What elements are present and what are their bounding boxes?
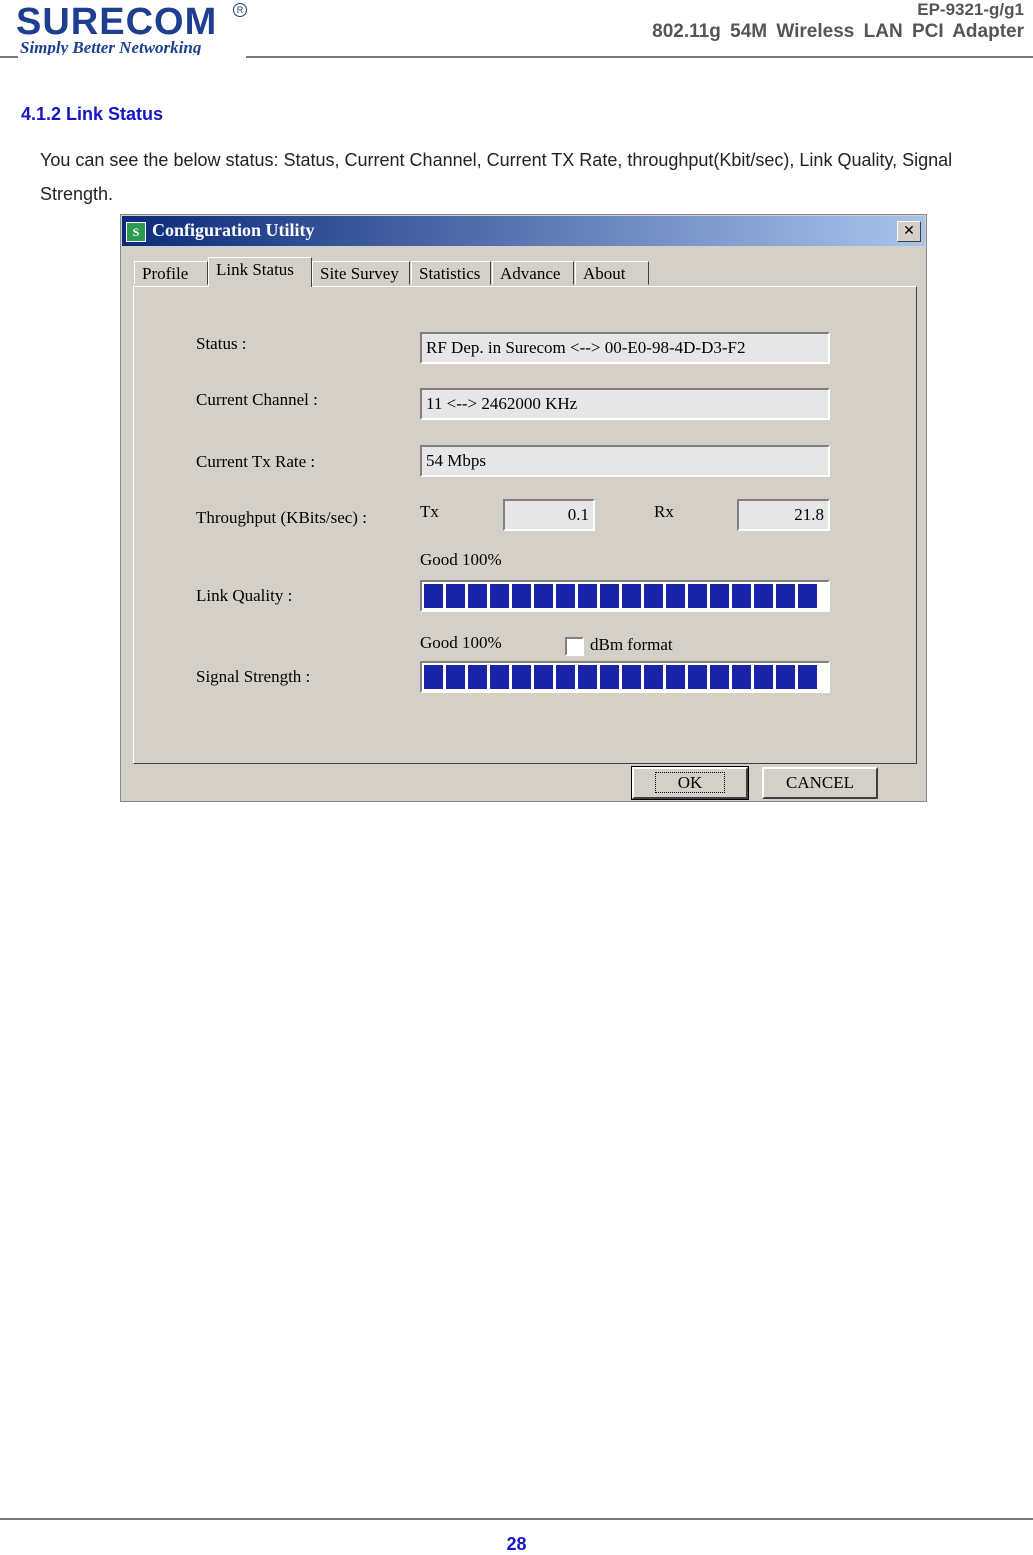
bar-segment: [754, 584, 773, 608]
ok-button[interactable]: OK: [631, 766, 749, 800]
tab-profile[interactable]: Profile: [134, 261, 208, 285]
cancel-button[interactable]: CANCEL: [762, 767, 878, 799]
tab-site-survey[interactable]: Site Survey: [312, 261, 410, 285]
bar-segment: [666, 584, 685, 608]
section-description: You can see the below status: Status, Cu…: [40, 150, 953, 204]
signal-strength-text: Good 100%: [420, 633, 502, 652]
bar-segment: [534, 665, 553, 689]
bar-segment: [490, 665, 509, 689]
current-channel-field: 11 <--> 2462000 KHz: [420, 388, 830, 420]
bar-segment: [644, 584, 663, 608]
bar-segment: [732, 665, 751, 689]
bar-segment: [512, 584, 531, 608]
dbm-format-label: dBm format: [590, 635, 673, 654]
section-title: 4.1.2 Link Status: [21, 104, 164, 124]
bar-segment: [798, 584, 817, 608]
bar-segment: [446, 665, 465, 689]
status-label: Status :: [196, 334, 247, 353]
signal-strength-label: Signal Strength :: [196, 667, 311, 686]
app-icon: S: [126, 222, 146, 242]
document-header: EP-9321-g/g1 802.11g 54M Wireless LAN PC…: [652, 0, 1024, 44]
bar-segment: [688, 584, 707, 608]
model-number: EP-9321-g/g1: [917, 0, 1024, 19]
bar-segment: [798, 665, 817, 689]
bar-segment: [644, 665, 663, 689]
bar-segment: [490, 584, 509, 608]
page-number: 28: [506, 1534, 527, 1554]
bar-segment: [446, 584, 465, 608]
logo-wordmark: SURECOM: [16, 1, 218, 43]
product-name: 802.11g 54M Wireless LAN PCI Adapter: [652, 21, 1024, 42]
status-field: RF Dep. in Surecom <--> 00-E0-98-4D-D3-F…: [420, 332, 830, 364]
tab-statistics[interactable]: Statistics: [411, 261, 491, 285]
tx-field: 0.1: [503, 499, 595, 531]
bar-segment: [710, 584, 729, 608]
bar-segment: [776, 584, 795, 608]
bar-segment: [666, 665, 685, 689]
throughput-label: Throughput (KBits/sec) :: [196, 508, 367, 527]
current-tx-rate-field: 54 Mbps: [420, 445, 830, 477]
bar-segment: [754, 665, 773, 689]
bar-segment: [688, 665, 707, 689]
signal-strength-bar: [420, 661, 830, 693]
bar-segment: [578, 665, 597, 689]
title-bar: S Configuration Utility ✕: [122, 216, 925, 246]
bar-segment: [556, 665, 575, 689]
tab-about[interactable]: About: [575, 261, 649, 285]
dbm-format-checkbox[interactable]: [565, 637, 584, 656]
current-tx-rate-label: Current Tx Rate :: [196, 452, 316, 471]
surecom-logo: SURECOM R Simply Better Networking: [16, 2, 248, 60]
bar-segment: [622, 584, 641, 608]
bar-segment: [468, 584, 487, 608]
bar-segment: [732, 584, 751, 608]
bar-segment: [600, 665, 619, 689]
bar-segment: [424, 584, 443, 608]
bar-segment: [622, 665, 641, 689]
window-title: Configuration Utility: [152, 220, 315, 240]
close-button[interactable]: ✕: [897, 221, 921, 242]
link-quality-bar: [420, 580, 830, 612]
bar-segment: [424, 665, 443, 689]
registered-icon: R: [233, 3, 247, 17]
link-quality-label: Link Quality :: [196, 586, 293, 605]
bar-segment: [556, 584, 575, 608]
rx-field: 21.8: [737, 499, 830, 531]
tx-label: Tx: [420, 502, 439, 521]
tab-advance[interactable]: Advance: [492, 261, 574, 285]
link-quality-text: Good 100%: [420, 550, 502, 569]
bar-segment: [600, 584, 619, 608]
bar-segment: [468, 665, 487, 689]
bar-segment: [776, 665, 795, 689]
bar-segment: [512, 665, 531, 689]
bar-segment: [710, 665, 729, 689]
tab-link-status[interactable]: Link Status: [208, 257, 312, 287]
configuration-utility-window: S Configuration Utility ✕ Profile Link S…: [120, 214, 927, 802]
current-channel-label: Current Channel :: [196, 390, 318, 409]
footer-divider: [0, 1518, 1033, 1520]
rx-label: Rx: [654, 502, 674, 521]
bar-segment: [578, 584, 597, 608]
bar-segment: [534, 584, 553, 608]
